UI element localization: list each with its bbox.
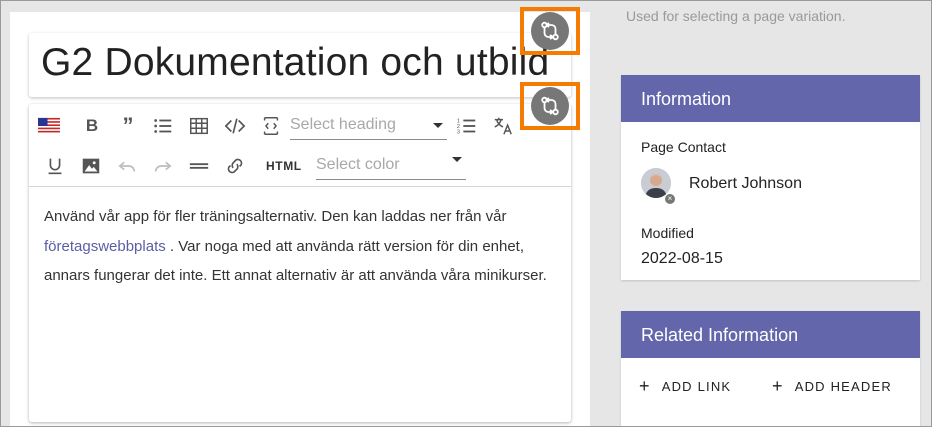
heading-select-placeholder: Select heading — [290, 116, 396, 133]
information-card: Information Page Contact × Robert Johnso… — [621, 75, 920, 280]
contact-name: Robert Johnson — [689, 175, 802, 192]
horizontal-rule-icon[interactable] — [187, 154, 211, 178]
editor-content[interactable]: Använd vår app för fler träningsalternat… — [44, 202, 556, 291]
variation-icon — [541, 96, 559, 116]
modified-label: Modified — [641, 225, 694, 241]
add-link-button[interactable]: + ADD LINK — [639, 376, 732, 396]
add-header-label: ADD HEADER — [794, 379, 892, 394]
code-block-icon[interactable] — [259, 114, 283, 138]
page-variation-button-title[interactable] — [520, 7, 580, 55]
bulleted-list-icon[interactable] — [151, 114, 175, 138]
color-select-placeholder: Select color — [316, 156, 400, 173]
toolbar-divider — [29, 186, 571, 187]
related-information-card: Related Information + ADD LINK + ADD HEA… — [621, 311, 920, 427]
svg-text:3: 3 — [457, 129, 460, 135]
modified-value: 2022-08-15 — [641, 250, 723, 267]
html-source-button[interactable]: HTML — [266, 159, 302, 173]
page-contact-label: Page Contact — [641, 139, 726, 155]
variation-circle — [531, 87, 569, 125]
page-title[interactable]: G2 Dokumentation och utbild — [41, 41, 549, 85]
translate-icon[interactable] — [491, 114, 515, 138]
link-icon[interactable] — [223, 154, 247, 178]
plus-icon: + — [772, 376, 784, 396]
rich-text-editor: B ” Select heading 123 HTML Select color… — [29, 104, 571, 422]
information-header: Information — [621, 75, 920, 122]
related-information-header: Related Information — [621, 311, 920, 358]
toolbar-row-2: HTML Select color — [29, 146, 571, 186]
image-icon[interactable] — [79, 154, 103, 178]
bold-icon[interactable]: B — [80, 114, 104, 138]
variation-circle — [531, 12, 569, 50]
heading-select[interactable]: Select heading — [290, 112, 447, 140]
numbered-list-icon[interactable]: 123 — [455, 114, 479, 138]
plus-icon: + — [639, 376, 651, 396]
underline-icon[interactable] — [43, 154, 67, 178]
page-title-field[interactable]: G2 Dokumentation och utbild — [29, 33, 571, 97]
us-flag-icon[interactable] — [37, 114, 61, 138]
add-link-label: ADD LINK — [661, 379, 732, 394]
company-website-link[interactable]: företagswebbplats — [44, 238, 166, 255]
chevron-down-icon — [452, 157, 462, 162]
table-icon[interactable] — [187, 114, 211, 138]
color-select[interactable]: Select color — [316, 152, 466, 180]
toolbar-row-1: B ” Select heading 123 — [29, 106, 571, 146]
content-text: Använd vår app för fler träningsalternat… — [44, 208, 507, 225]
page-variation-button-content[interactable] — [520, 82, 580, 130]
quote-icon[interactable]: ” — [116, 113, 140, 138]
chevron-down-icon — [433, 123, 443, 128]
variation-icon — [541, 21, 559, 41]
variation-hint: Used for selecting a page variation. — [626, 8, 846, 24]
code-icon[interactable] — [223, 114, 247, 138]
add-header-button[interactable]: + ADD HEADER — [772, 376, 892, 396]
remove-contact-icon[interactable]: × — [664, 193, 676, 205]
undo-icon[interactable] — [115, 154, 139, 178]
redo-icon[interactable] — [151, 154, 175, 178]
